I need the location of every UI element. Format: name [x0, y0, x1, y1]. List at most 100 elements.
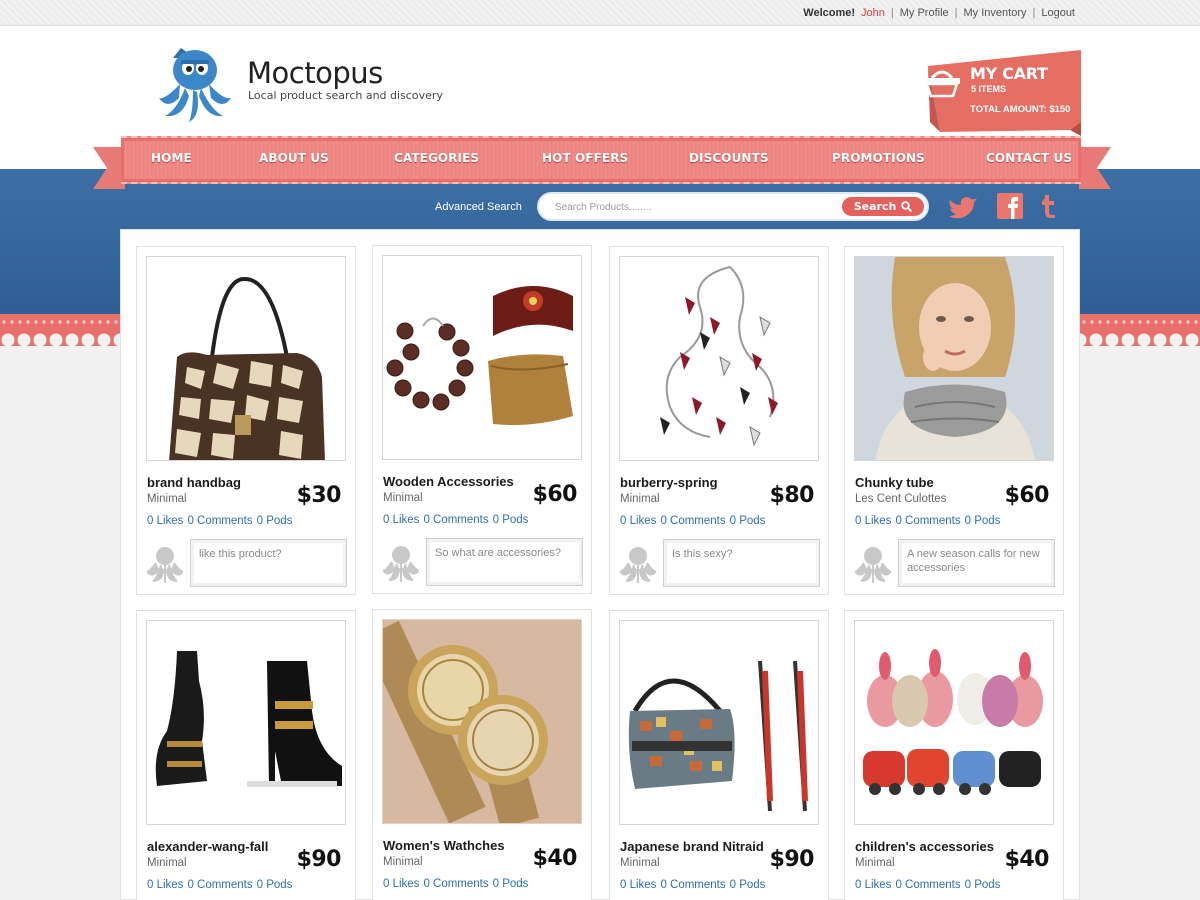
product-name[interactable]: brand handbag: [147, 475, 241, 490]
handbag-image: [169, 277, 325, 460]
comments-link[interactable]: 0 Comments: [423, 514, 488, 526]
model-photo-image: [855, 257, 1053, 460]
search-button-label: Search: [853, 200, 897, 213]
octopus-logo-icon[interactable]: [155, 40, 235, 124]
product-card[interactable]: children's accessories Minimal $40 0 Lik…: [844, 610, 1064, 900]
tumblr-icon[interactable]: [1040, 193, 1058, 219]
product-image[interactable]: [382, 619, 582, 824]
watches-image: [383, 620, 581, 823]
comments-link[interactable]: 0 Comments: [660, 515, 725, 527]
product-card[interactable]: Women's Wathches Minimal $40 0 Likes 0 C…: [372, 609, 592, 900]
product-name[interactable]: Chunky tube: [855, 475, 934, 490]
comments-link[interactable]: 0 Comments: [895, 879, 960, 891]
my-profile-link[interactable]: My Profile: [900, 7, 949, 19]
avatar-icon: [855, 547, 891, 583]
avatar-icon: [383, 546, 419, 582]
comments-link[interactable]: 0 Comments: [187, 879, 252, 891]
top-bar: Welcome! John | My Profile | My Inventor…: [0, 0, 1200, 26]
advanced-search-link[interactable]: Advanced Search: [435, 201, 522, 213]
product-name[interactable]: burberry-spring: [620, 475, 718, 490]
cart-title: MY CART: [970, 64, 1048, 83]
product-stats: 0 Likes 0 Comments 0 Pods: [383, 514, 528, 526]
cart-total: TOTAL AMOUNT: $150: [970, 104, 1071, 115]
nav-hot-offers[interactable]: HOT OFFERS: [542, 151, 628, 165]
product-name[interactable]: Japanese brand Nitraid: [620, 839, 764, 854]
username-link[interactable]: John: [861, 7, 885, 19]
logout-link[interactable]: Logout: [1041, 7, 1075, 19]
twitter-icon[interactable]: [947, 193, 979, 221]
avatar-icon: [147, 547, 183, 583]
nav-contact-us[interactable]: CONTACT US: [986, 151, 1072, 165]
pods-link[interactable]: 0 Pods: [730, 879, 766, 891]
nav-home[interactable]: HOME: [151, 151, 192, 165]
welcome-text: Welcome!: [803, 7, 856, 19]
product-price: $90: [769, 847, 815, 872]
comment-input[interactable]: Is this sexy?: [663, 539, 820, 587]
comment-input[interactable]: A new season calls for new accessories: [898, 539, 1055, 587]
basket-icon: [924, 70, 960, 98]
pods-link[interactable]: 0 Pods: [257, 879, 293, 891]
my-inventory-link[interactable]: My Inventory: [964, 7, 1027, 19]
product-name[interactable]: alexander-wang-fall: [147, 839, 268, 854]
product-image[interactable]: [146, 620, 346, 825]
comments-link[interactable]: 0 Comments: [423, 878, 488, 890]
likes-link[interactable]: 0 Likes: [855, 879, 891, 891]
product-stats: 0 Likes 0 Comments 0 Pods: [147, 879, 292, 891]
facebook-icon[interactable]: [997, 193, 1023, 219]
search-input[interactable]: [555, 199, 835, 215]
product-stats: 0 Likes 0 Comments 0 Pods: [855, 879, 1000, 891]
comment-input[interactable]: like this product?: [190, 539, 347, 587]
product-price: $40: [532, 846, 578, 871]
product-image[interactable]: [146, 256, 346, 461]
likes-link[interactable]: 0 Likes: [383, 514, 419, 526]
product-brand: Minimal: [620, 857, 660, 869]
product-name[interactable]: Wooden Accessories: [383, 474, 514, 489]
pods-link[interactable]: 0 Pods: [730, 515, 766, 527]
separator: |: [890, 7, 894, 19]
likes-link[interactable]: 0 Likes: [147, 879, 183, 891]
product-stats: 0 Likes 0 Comments 0 Pods: [147, 515, 292, 527]
likes-link[interactable]: 0 Likes: [383, 878, 419, 890]
pods-link[interactable]: 0 Pods: [965, 515, 1001, 527]
product-image[interactable]: [854, 256, 1054, 461]
nav-discounts[interactable]: DISCOUNTS: [689, 151, 769, 165]
pods-link[interactable]: 0 Pods: [965, 879, 1001, 891]
site-title[interactable]: Moctopus: [247, 56, 383, 90]
pods-link[interactable]: 0 Pods: [493, 878, 529, 890]
pods-link[interactable]: 0 Pods: [493, 514, 529, 526]
pods-link[interactable]: 0 Pods: [257, 515, 293, 527]
product-brand: Minimal: [147, 493, 187, 505]
nav-promotions[interactable]: PROMOTIONS: [832, 151, 925, 165]
search-button[interactable]: Search: [842, 197, 924, 216]
likes-link[interactable]: 0 Likes: [620, 879, 656, 891]
likes-link[interactable]: 0 Likes: [855, 515, 891, 527]
avatar-icon: [620, 547, 656, 583]
nav-categories[interactable]: CATEGORIES: [394, 151, 479, 165]
product-stats: 0 Likes 0 Comments 0 Pods: [620, 879, 765, 891]
product-card[interactable]: brand handbag Minimal $30 0 Likes 0 Comm…: [136, 246, 356, 595]
comments-link[interactable]: 0 Comments: [187, 515, 252, 527]
product-image[interactable]: [854, 620, 1054, 825]
product-image[interactable]: [382, 255, 582, 460]
ribbon-tail-right: [1079, 147, 1111, 189]
product-brand: Minimal: [620, 493, 660, 505]
product-price: $90: [296, 847, 342, 872]
product-card[interactable]: Chunky tube Les Cent Culottes $60 0 Like…: [844, 246, 1064, 595]
nav-about-us[interactable]: ABOUT US: [259, 151, 329, 165]
product-price: $30: [296, 483, 342, 508]
product-image[interactable]: [619, 256, 819, 461]
product-card[interactable]: alexander-wang-fall Minimal $90 0 Likes …: [136, 610, 356, 900]
comments-link[interactable]: 0 Comments: [660, 879, 725, 891]
product-image[interactable]: [619, 620, 819, 825]
necklace-image: [660, 266, 778, 447]
likes-link[interactable]: 0 Likes: [620, 515, 656, 527]
product-card[interactable]: Wooden Accessories Minimal $60 0 Likes 0…: [372, 245, 592, 594]
product-card[interactable]: Japanese brand Nitraid Minimal $90 0 Lik…: [609, 610, 829, 900]
cart-widget[interactable]: MY CART 5 ITEMS TOTAL AMOUNT: $150: [920, 50, 1082, 136]
product-name[interactable]: Women's Wathches: [383, 838, 505, 853]
likes-link[interactable]: 0 Likes: [147, 515, 183, 527]
comments-link[interactable]: 0 Comments: [895, 515, 960, 527]
product-name[interactable]: children's accessories: [855, 839, 994, 854]
product-card[interactable]: burberry-spring Minimal $80 0 Likes 0 Co…: [609, 246, 829, 595]
comment-input[interactable]: So what are accessories?: [426, 538, 583, 586]
